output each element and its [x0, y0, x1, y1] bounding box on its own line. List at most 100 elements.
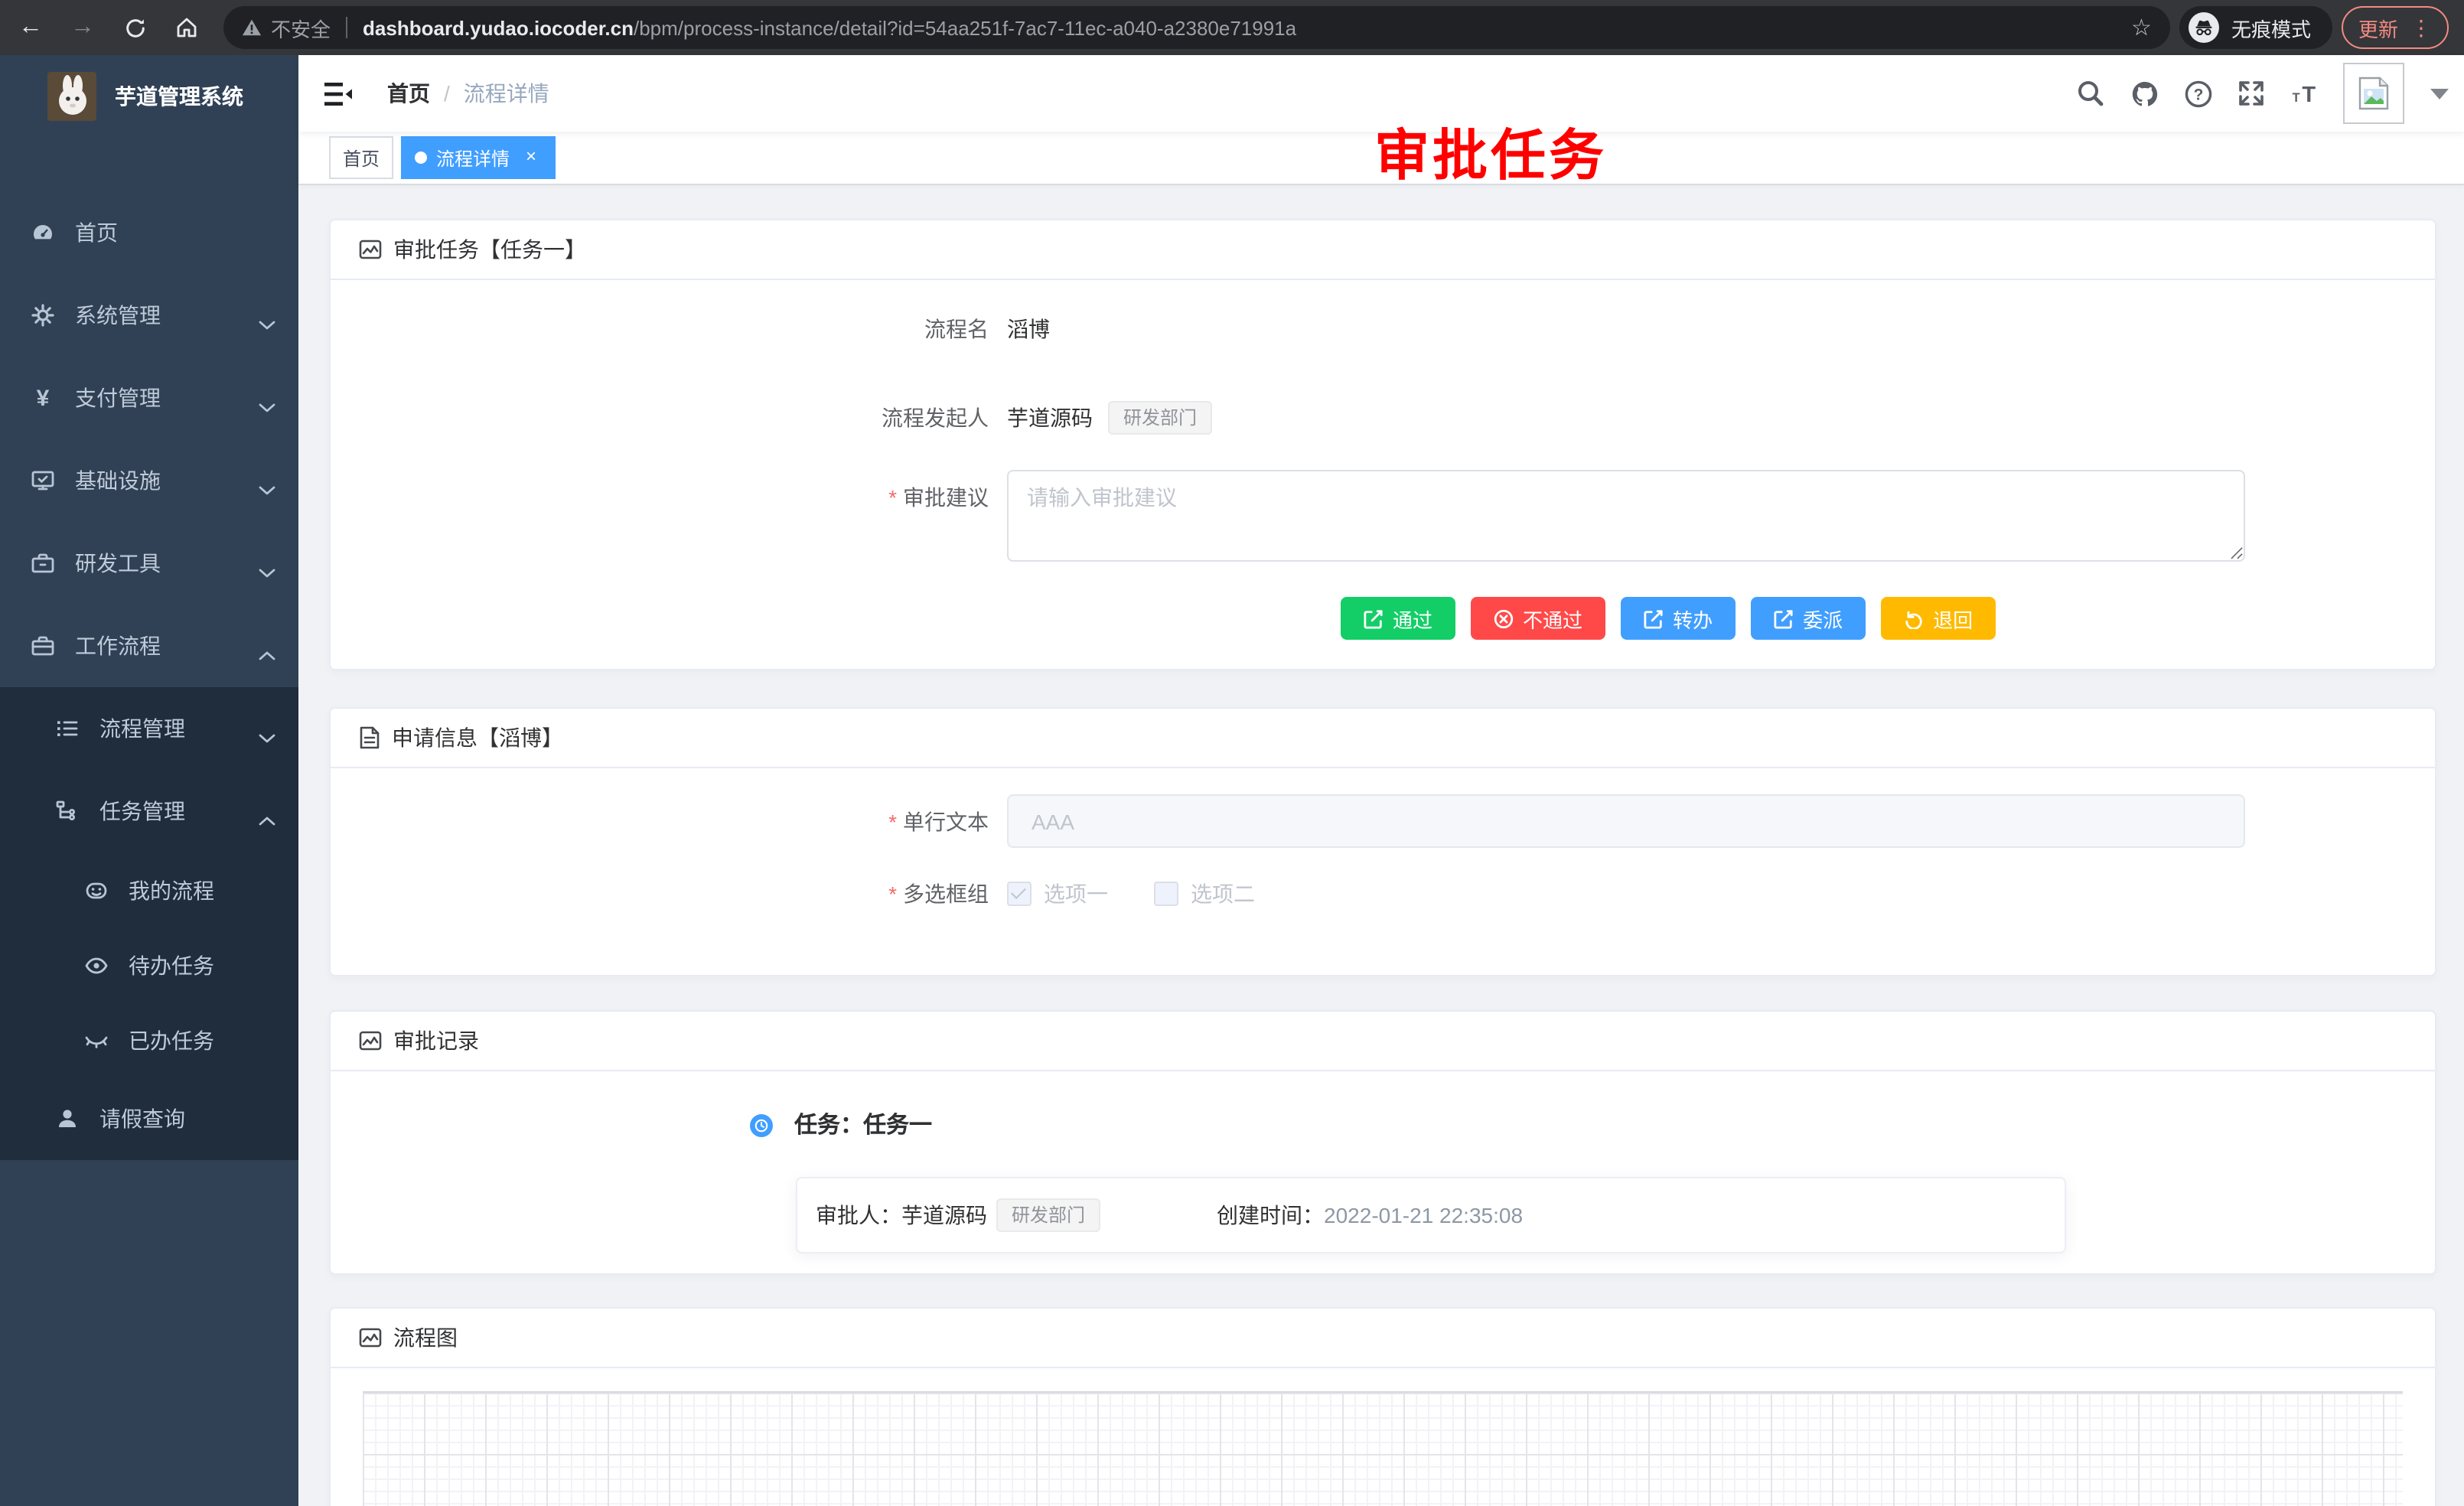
return-button[interactable]: 退回 [1881, 597, 1996, 640]
sidebar-item-task-mgmt[interactable]: 任务管理 [0, 770, 298, 852]
search-icon[interactable] [2075, 78, 2106, 109]
edit-icon [1644, 608, 1664, 628]
sidebar-collapse-icon[interactable] [324, 80, 354, 106]
eye-closed-icon [84, 1028, 109, 1052]
tab-home[interactable]: 首页 [329, 136, 393, 179]
chevron-up-icon [259, 641, 275, 666]
tab-process-detail[interactable]: 流程详情 × [401, 136, 556, 179]
robot-icon [84, 878, 109, 902]
initiator-row: 流程发起人 芋道源码 研发部门 [331, 401, 2435, 435]
apply-info-card: 申请信息【滔博】 *单行文本 *多选框组 选项一 [329, 707, 2436, 976]
document-icon [358, 725, 381, 750]
briefcase-icon [31, 634, 55, 658]
card-title: 申请信息【滔博】 [392, 722, 563, 753]
toolbox-icon [31, 551, 55, 575]
home-icon[interactable] [171, 12, 202, 43]
created-time: 2022-01-21 22:35:08 [1324, 1203, 1523, 1227]
comment-row: *审批建议 [331, 470, 2435, 562]
sidebar-item-infra[interactable]: 基础设施 [0, 439, 298, 522]
app-title: 芋道管理系统 [115, 81, 243, 112]
edit-icon [1774, 608, 1794, 628]
checkbox-row: *多选框组 选项一 选项二 [331, 878, 2435, 909]
sidebar-item-label: 支付管理 [75, 383, 161, 413]
breadcrumb-home[interactable]: 首页 [387, 78, 430, 109]
picture-icon [358, 1028, 383, 1053]
incognito-label: 无痕模式 [2231, 13, 2311, 42]
picture-icon [358, 237, 383, 262]
field-label: 流程发起人 [331, 403, 1007, 433]
field-label: 流程名 [331, 314, 1007, 344]
sidebar-item-label: 我的流程 [129, 875, 214, 905]
card-header: 审批任务【任务一】 [331, 220, 2435, 280]
chevron-down-icon [259, 476, 275, 500]
avatar-dropdown-icon[interactable] [2430, 88, 2449, 99]
sidebar-item-devtools[interactable]: 研发工具 [0, 522, 298, 605]
undo-icon [1904, 608, 1924, 628]
reload-icon[interactable] [119, 12, 150, 43]
created-label: 创建时间： [1217, 1200, 1324, 1231]
forward-icon[interactable]: → [67, 12, 98, 43]
incognito-badge: 无痕模式 [2179, 6, 2332, 49]
font-size-icon[interactable]: TT [2290, 78, 2320, 109]
sidebar-menu: 首页 系统管理 ¥ 支付管理 [0, 191, 298, 1160]
list-icon [55, 716, 80, 741]
tree-icon [55, 799, 80, 823]
fullscreen-icon[interactable] [2236, 78, 2267, 109]
bookmark-star-icon[interactable]: ☆ [2131, 14, 2152, 41]
sidebar-item-home[interactable]: 首页 [0, 191, 298, 274]
approve-button[interactable]: 通过 [1341, 597, 1455, 640]
chevron-down-icon [259, 311, 275, 335]
sidebar-item-payment[interactable]: ¥ 支付管理 [0, 357, 298, 439]
dashboard-icon [31, 220, 55, 245]
svg-text:T: T [2293, 91, 2300, 105]
card-title: 审批记录 [393, 1025, 479, 1056]
browser-menu-icon[interactable]: ⋮ [2410, 15, 2432, 41]
monitor-icon [31, 468, 55, 493]
sidebar-item-leave-query[interactable]: 请假查询 [0, 1077, 298, 1160]
user-avatar[interactable] [2343, 63, 2404, 124]
sidebar-item-system[interactable]: 系统管理 [0, 274, 298, 357]
comment-textarea[interactable] [1007, 470, 2245, 562]
card-title: 流程图 [393, 1322, 458, 1353]
edit-icon [1364, 608, 1384, 628]
field-label: *审批建议 [331, 470, 1007, 513]
bpmn-canvas[interactable] [363, 1391, 2403, 1506]
sidebar-item-workflow[interactable]: 工作流程 [0, 605, 298, 687]
delegate-button[interactable]: 委派 [1751, 597, 1866, 640]
transfer-button[interactable]: 转办 [1621, 597, 1736, 640]
security-warning[interactable]: 不安全 [242, 13, 331, 42]
field-label: *单行文本 [331, 806, 1007, 836]
sidebar-item-label: 基础设施 [75, 465, 161, 496]
dept-tag: 研发部门 [1108, 401, 1212, 435]
user-icon [55, 1107, 80, 1131]
approval-records-card: 审批记录 任务：任务一 审批人： 芋道源码 研发部门 创建时间： [329, 1010, 2436, 1275]
required-mark: * [888, 485, 897, 510]
github-icon[interactable] [2129, 78, 2159, 109]
url-path: /bpm/process-instance/detail?id=54aa251f… [634, 16, 2131, 39]
sidebar: 芋道管理系统 首页 系统管理 ¥ [0, 55, 298, 1506]
svg-text:?: ? [2193, 86, 2203, 103]
required-mark: * [888, 809, 897, 833]
tab-close-icon[interactable]: × [520, 147, 542, 168]
browser-update-button[interactable]: 更新 ⋮ [2342, 6, 2449, 49]
back-icon[interactable]: ← [15, 12, 46, 43]
checkbox-option-2: 选项二 [1154, 878, 1255, 909]
sidebar-item-todo-tasks[interactable]: 待办任务 [0, 927, 298, 1002]
sidebar-item-my-process[interactable]: 我的流程 [0, 852, 298, 927]
sidebar-item-process-mgmt[interactable]: 流程管理 [0, 687, 298, 770]
sidebar-item-done-tasks[interactable]: 已办任务 [0, 1002, 298, 1077]
active-dot [415, 152, 427, 164]
required-mark: * [888, 882, 897, 906]
url-separator [346, 17, 347, 38]
chevron-down-icon [259, 393, 275, 418]
text-field-row: *单行文本 [331, 794, 2435, 848]
sidebar-item-label: 流程管理 [99, 713, 185, 744]
help-icon[interactable]: ? [2182, 78, 2213, 109]
process-name-row: 流程名 滔博 [331, 314, 2435, 344]
field-label: *多选框组 [331, 878, 1007, 909]
url-domain: dashboard.yudao.iocoder.cn [363, 16, 634, 39]
address-bar[interactable]: 不安全 dashboard.yudao.iocoder.cn /bpm/proc… [223, 6, 2170, 49]
process-diagram-card: 流程图 [329, 1307, 2436, 1506]
reject-button[interactable]: 不通过 [1471, 597, 1605, 640]
card-title: 审批任务【任务一】 [393, 234, 586, 265]
